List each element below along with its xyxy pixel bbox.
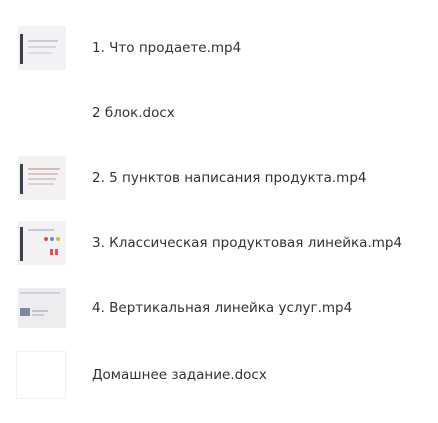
file-row[interactable]: 3. Классическая продуктовая линейка.mp4 <box>0 215 438 271</box>
file-name[interactable]: 4. Вертикальная линейка услуг.mp4 <box>92 280 352 336</box>
video-thumbnail-icon[interactable] <box>16 219 66 267</box>
file-name[interactable]: 2. 5 пунктов написания продукта.mp4 <box>92 150 367 206</box>
file-row[interactable]: 4. Вертикальная линейка услуг.mp4 <box>0 280 438 336</box>
video-thumbnail-icon[interactable] <box>16 284 66 332</box>
document-thumbnail-icon[interactable] <box>16 89 66 137</box>
file-name[interactable]: 1. Что продаете.mp4 <box>92 20 241 76</box>
file-name[interactable]: 3. Классическая продуктовая линейка.mp4 <box>92 215 402 271</box>
video-thumbnail-icon[interactable] <box>16 154 66 202</box>
video-thumbnail-icon[interactable] <box>16 24 66 72</box>
file-row[interactable]: Домашнее задание.docx <box>0 347 438 403</box>
file-row[interactable]: 2. 5 пунктов написания продукта.mp4 <box>0 150 438 206</box>
document-thumbnail-icon[interactable] <box>16 351 66 399</box>
file-name[interactable]: Домашнее задание.docx <box>92 347 267 403</box>
file-name[interactable]: 2 блок.docx <box>92 85 175 141</box>
file-row[interactable]: 1. Что продаете.mp4 <box>0 20 438 76</box>
file-row[interactable]: 2 блок.docx <box>0 85 438 141</box>
file-list: 1. Что продаете.mp4 2 блок.docx 2. 5 пун… <box>0 0 438 423</box>
